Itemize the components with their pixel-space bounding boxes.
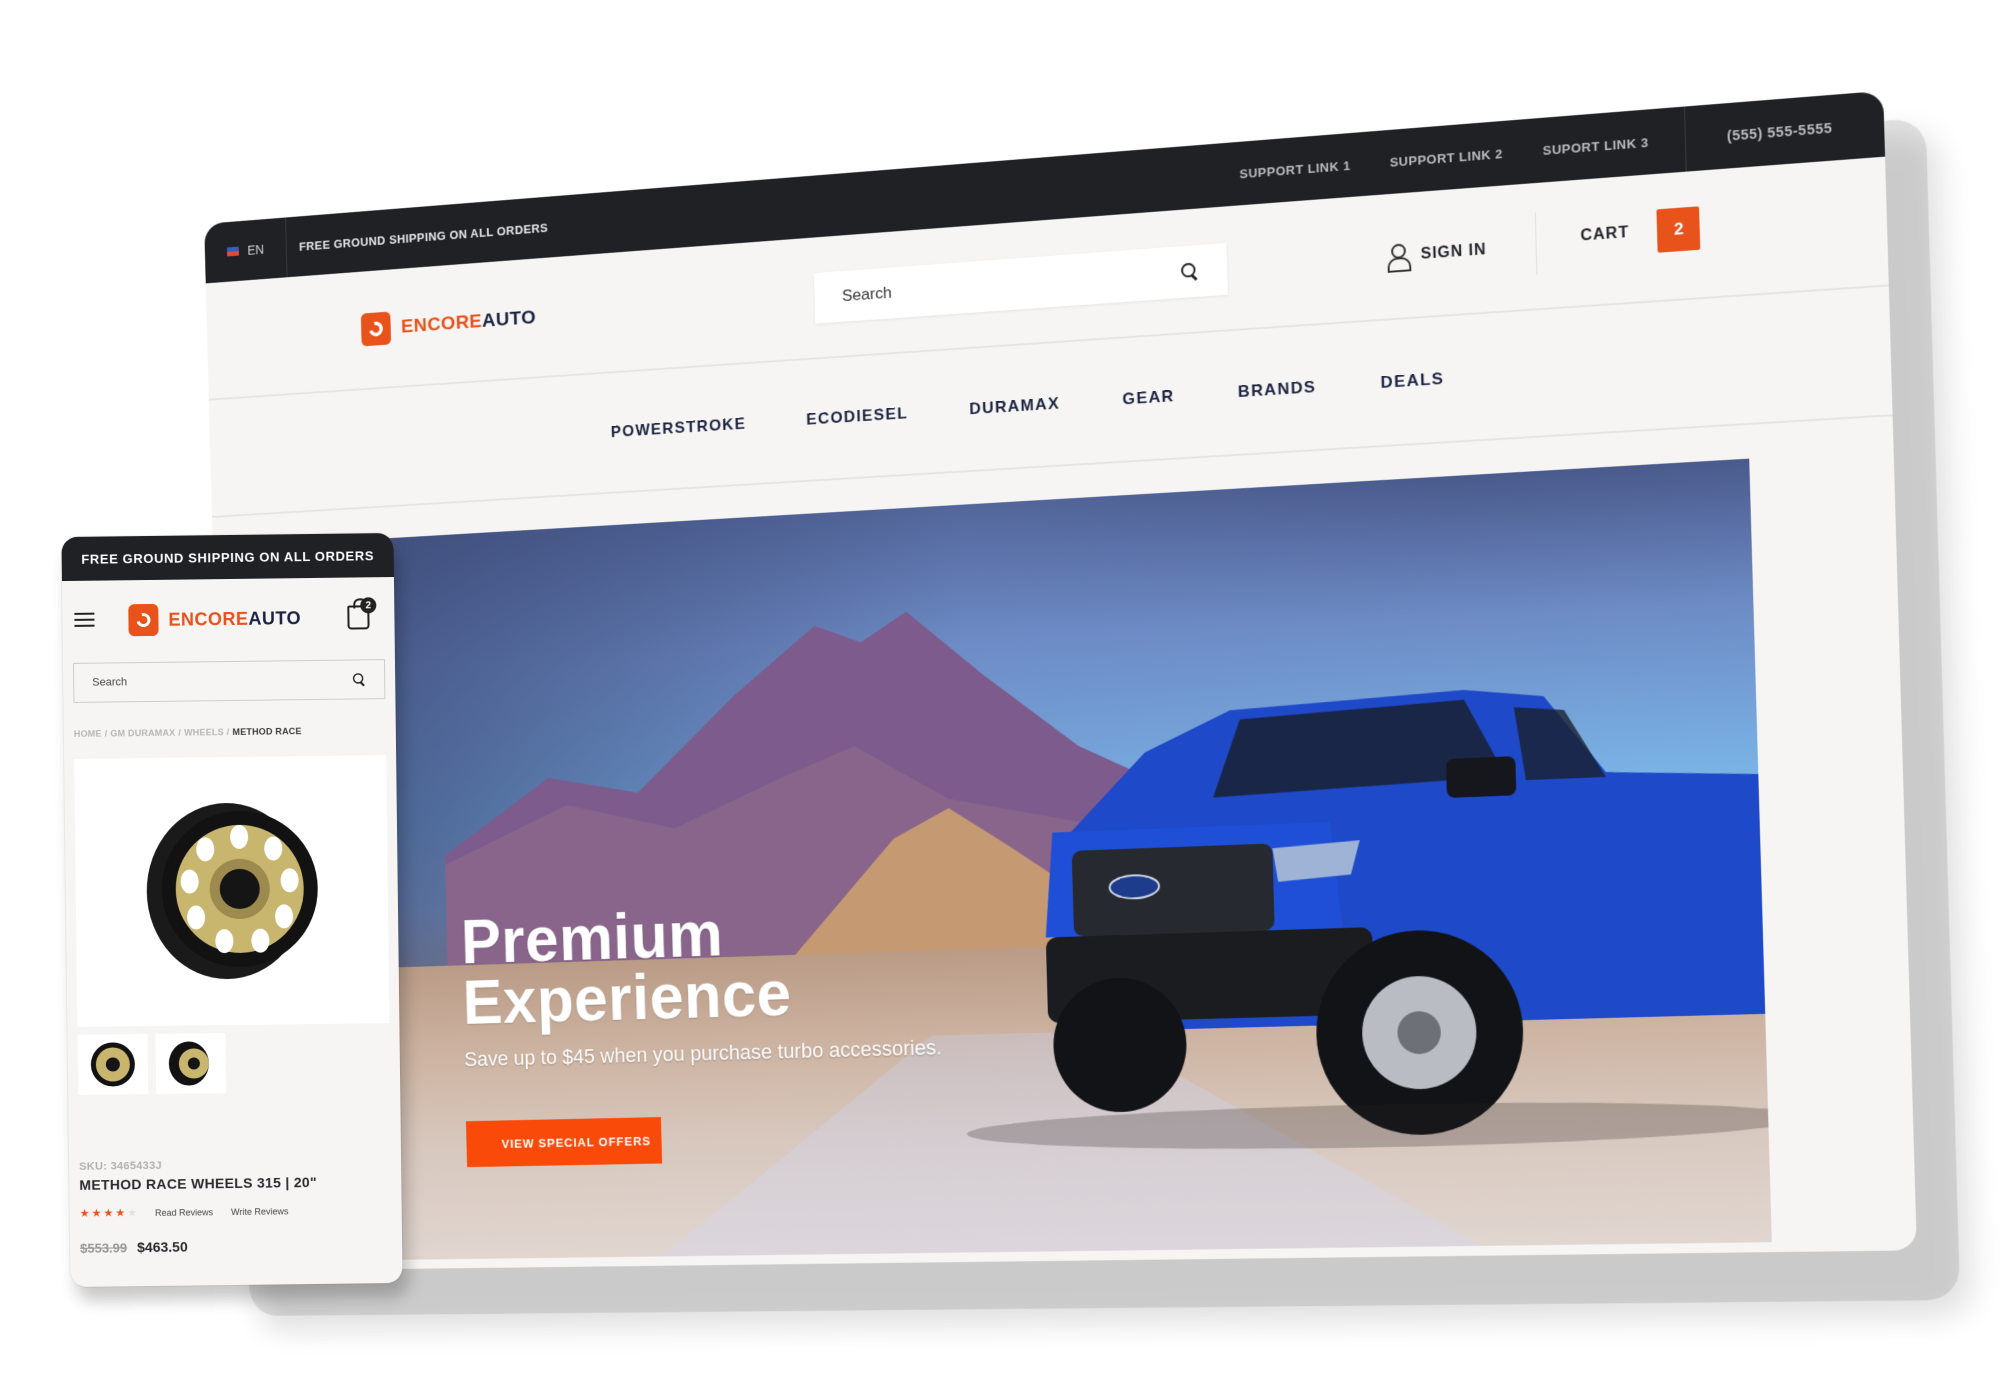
logo-wordmark: ENCOREAUTO xyxy=(168,607,302,630)
product-prices: $553.99 $463.50 xyxy=(80,1236,392,1256)
read-reviews-link[interactable]: Read Reviews xyxy=(155,1207,213,1218)
star-rating: ★ ★ ★ ★ ★ xyxy=(80,1206,138,1220)
nav-item-ecodiesel[interactable]: ECODIESEL xyxy=(806,404,908,429)
star-filled-icon: ★ xyxy=(115,1207,126,1220)
language-selector[interactable]: EN xyxy=(204,217,288,284)
hero-title: Premium Experience xyxy=(460,898,793,1038)
mobile-header: ENCOREAUTO 2 xyxy=(62,577,395,657)
original-price: $553.99 xyxy=(80,1239,128,1256)
mobile-logo[interactable]: ENCOREAUTO xyxy=(128,602,302,637)
star-filled-icon: ★ xyxy=(91,1207,102,1220)
search-placeholder: Search xyxy=(841,283,892,305)
breadcrumb: HOME / GM DURAMAX / WHEELS / METHOD RACE xyxy=(73,726,302,739)
star-filled-icon: ★ xyxy=(103,1207,114,1220)
nav-item-powerstroke[interactable]: POWERSTROKE xyxy=(611,415,747,442)
cart-button[interactable]: CART 2 xyxy=(1580,206,1701,258)
write-reviews-link[interactable]: Write Reviews xyxy=(231,1206,288,1217)
product-sku: SKU: 3465433J xyxy=(79,1159,162,1173)
truck-image xyxy=(925,576,1772,1168)
search-icon[interactable] xyxy=(1181,262,1199,280)
support-link-3[interactable]: SUPORT LINK 3 xyxy=(1543,135,1649,158)
language-label: EN xyxy=(247,241,265,258)
user-icon xyxy=(1387,243,1407,270)
product-title: METHOD RACE WHEELS 315 | 20" xyxy=(79,1173,317,1193)
view-special-offers-button[interactable]: VIEW SPECIAL OFFERS xyxy=(465,1117,663,1168)
hero-banner: Premium Experience Save up to $45 when y… xyxy=(366,458,1772,1260)
mobile-search-input[interactable]: Search xyxy=(72,659,386,703)
product-main-image[interactable] xyxy=(74,755,390,1027)
mobile-device-mockup: FREE GROUND SHIPPING ON ALL ORDERS ENCOR… xyxy=(61,532,403,1287)
breadcrumb-home[interactable]: HOME xyxy=(74,729,102,739)
header-divider xyxy=(1534,212,1538,276)
product-thumbnails xyxy=(77,1031,391,1095)
nav-item-gear[interactable]: GEAR xyxy=(1122,387,1175,409)
breadcrumb-wheels[interactable]: WHEELS xyxy=(184,727,224,737)
nav-item-duramax[interactable]: DURAMAX xyxy=(969,394,1060,419)
site-logo[interactable]: ENCOREAUTO xyxy=(360,301,537,347)
search-input[interactable]: Search xyxy=(813,242,1228,324)
product-rating-row: ★ ★ ★ ★ ★ Read Reviews Write Reviews xyxy=(80,1203,392,1220)
phone-number[interactable]: (555) 555-5555 xyxy=(1686,116,1884,147)
hamburger-menu-icon[interactable] xyxy=(74,612,95,627)
sale-price: $463.50 xyxy=(137,1238,188,1256)
cart-label: CART xyxy=(1580,224,1630,245)
star-filled-icon: ★ xyxy=(79,1207,90,1220)
sign-in-button[interactable]: SIGN IN xyxy=(1387,238,1487,270)
support-link-2[interactable]: SUPPORT LINK 2 xyxy=(1390,146,1504,169)
logo-wordmark: ENCOREAUTO xyxy=(400,306,537,338)
support-link-1[interactable]: SUPPORT LINK 1 xyxy=(1239,158,1351,181)
us-flag-icon xyxy=(226,246,240,257)
breadcrumb-gm-duramax[interactable]: GM DURAMAX xyxy=(110,728,175,739)
search-icon[interactable] xyxy=(353,673,366,686)
sign-in-label: SIGN IN xyxy=(1420,241,1487,263)
desktop-browser-mockup: EN FREE GROUND SHIPPING ON ALL ORDERS SU… xyxy=(204,90,1917,1272)
mobile-search-placeholder: Search xyxy=(92,676,128,689)
breadcrumb-current: METHOD RACE xyxy=(232,726,302,737)
nav-item-deals[interactable]: DEALS xyxy=(1380,369,1444,393)
shipping-promo: FREE GROUND SHIPPING ON ALL ORDERS xyxy=(298,220,549,254)
product-thumbnail-2[interactable] xyxy=(155,1033,227,1094)
wheel-image xyxy=(146,803,318,980)
product-thumbnail-1[interactable] xyxy=(77,1034,149,1095)
star-empty-icon: ★ xyxy=(127,1207,138,1220)
logo-mark-icon xyxy=(360,311,392,347)
nav-item-brands[interactable]: BRANDS xyxy=(1238,378,1317,402)
mobile-cart-count-badge: 2 xyxy=(360,597,377,614)
mockup-stage: EN FREE GROUND SHIPPING ON ALL ORDERS SU… xyxy=(0,0,2016,1390)
logo-mark-icon xyxy=(128,603,159,637)
cart-count-badge: 2 xyxy=(1656,206,1701,253)
mobile-shipping-promo: FREE GROUND SHIPPING ON ALL ORDERS xyxy=(61,532,394,582)
